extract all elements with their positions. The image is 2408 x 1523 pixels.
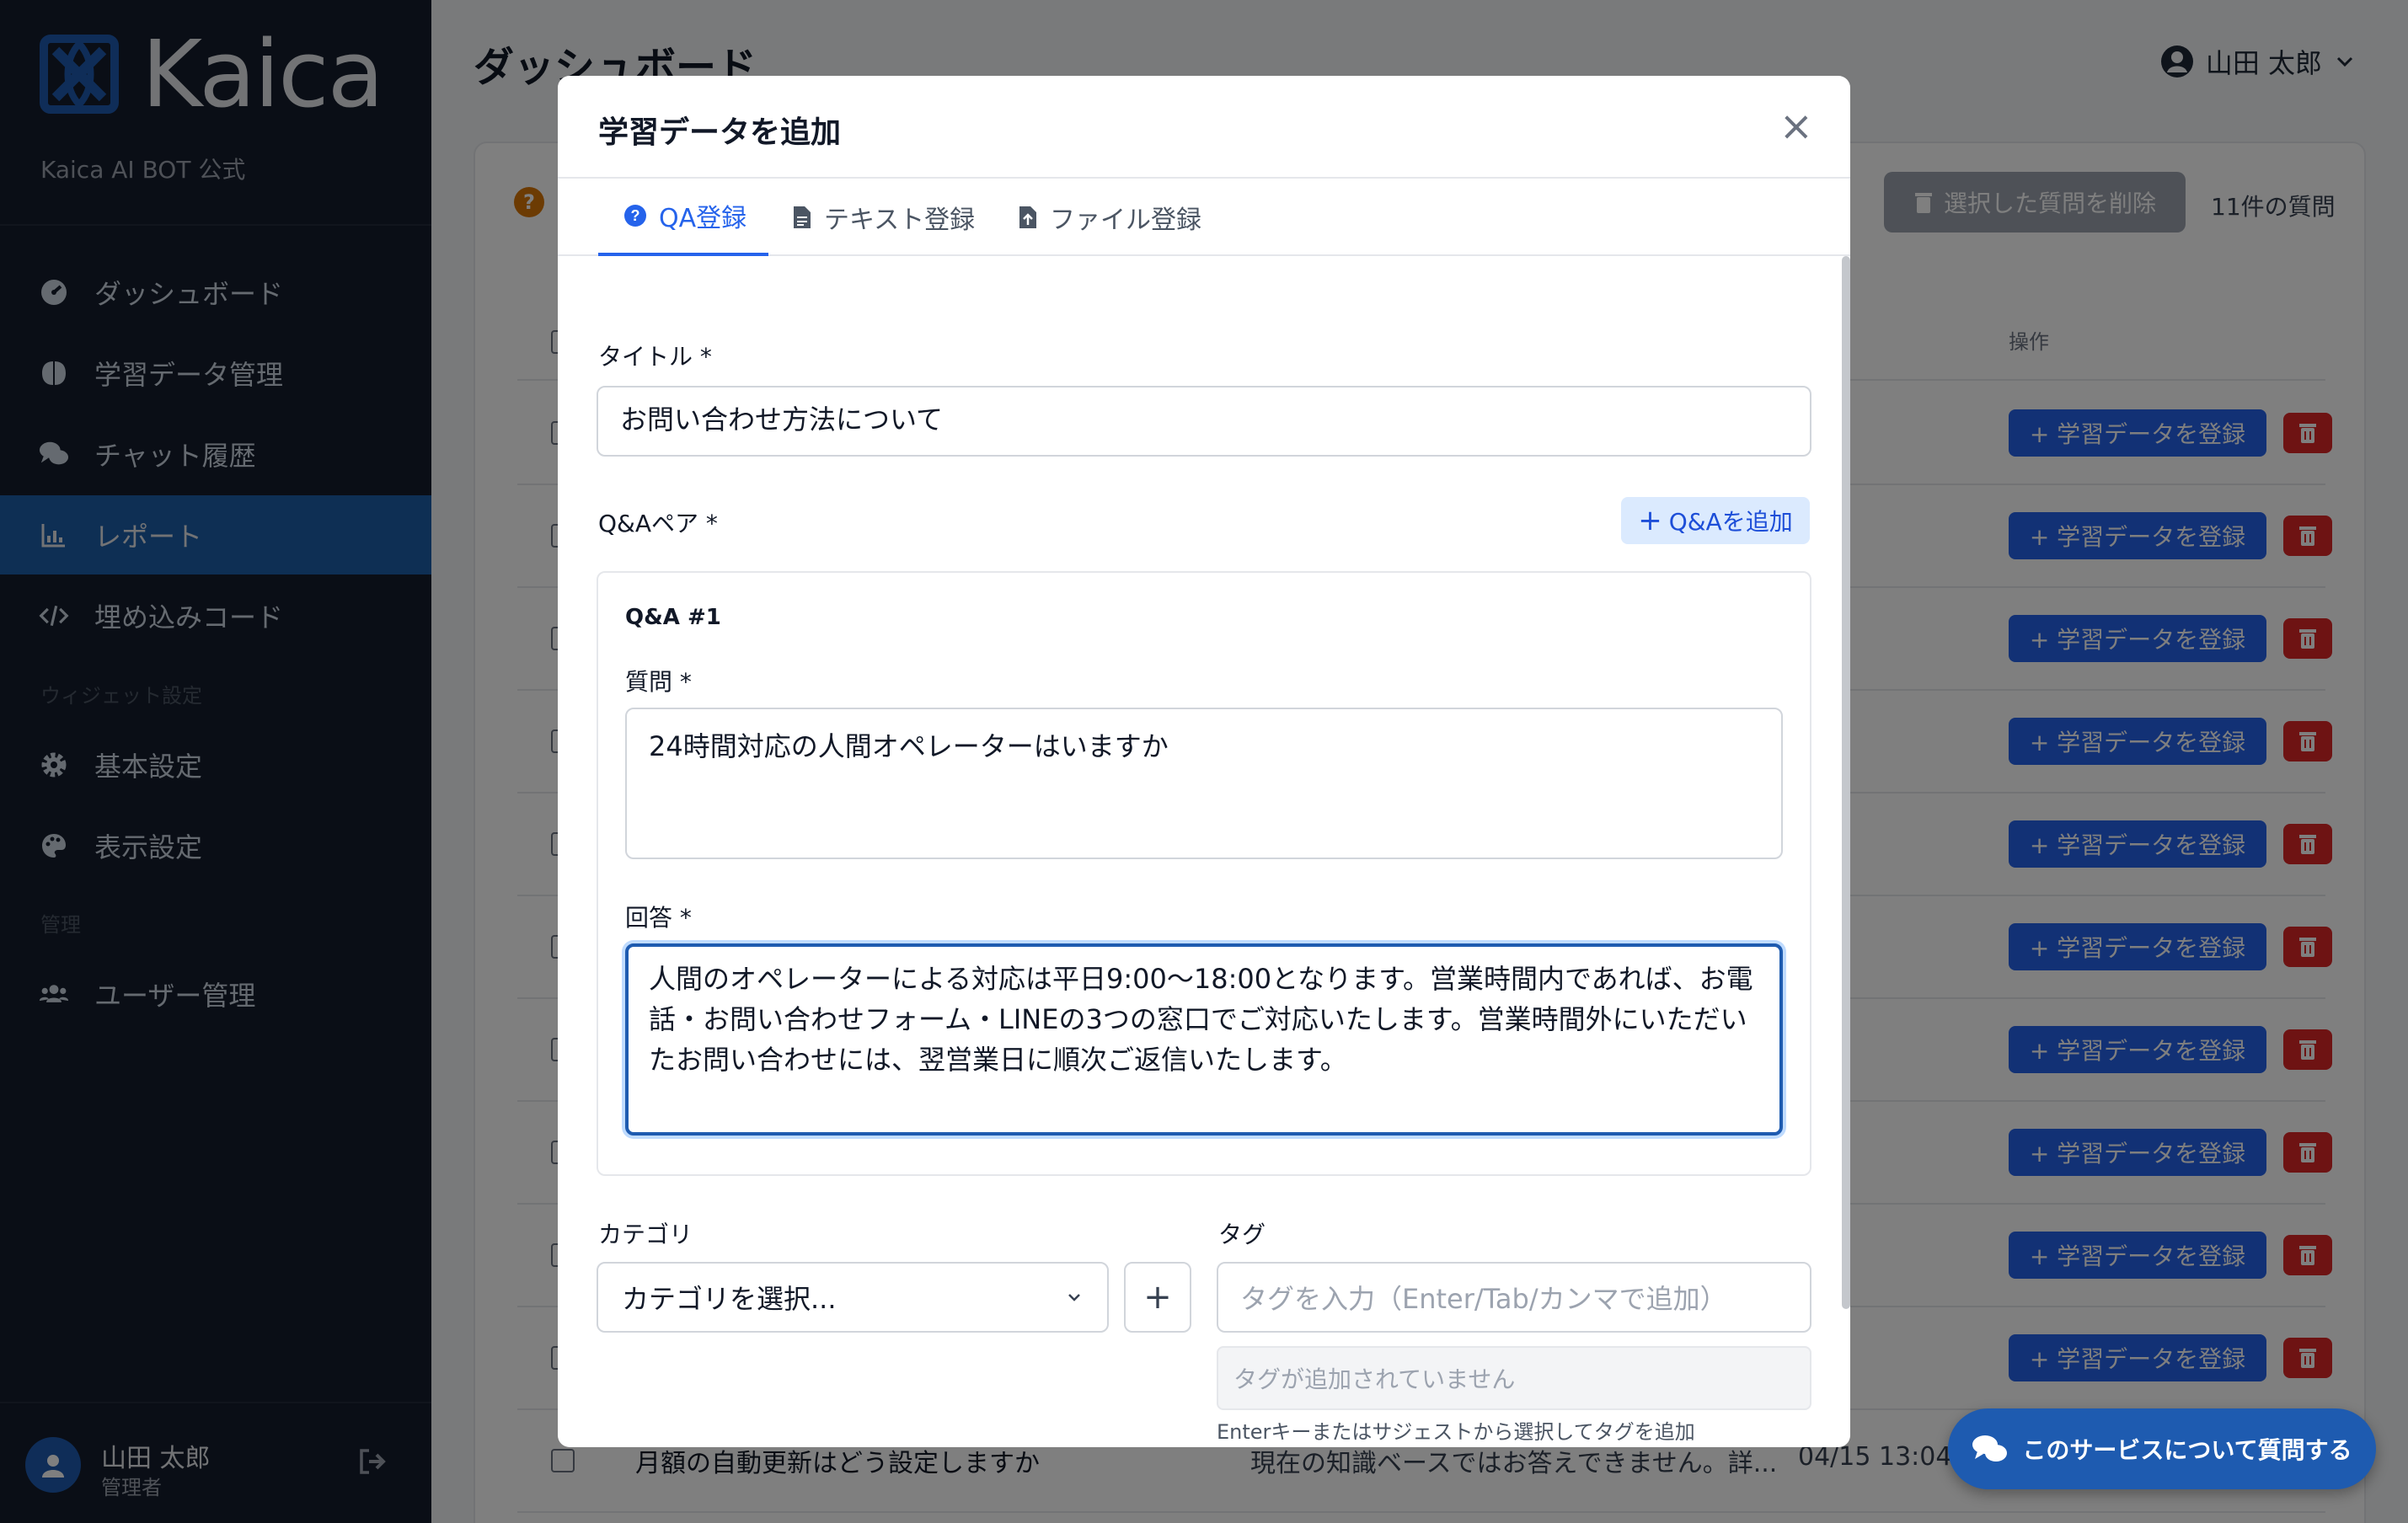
tab-file[interactable]: ファイル登録 [1018,179,1201,256]
close-icon[interactable]: × [1779,106,1813,147]
qa-card: Q&A #1 質問 * 24時間対応の人間オペレーターはいますか 回答 * 人間… [597,571,1811,1176]
category-select[interactable]: カテゴリを選択... [597,1262,1109,1333]
add-qa-button[interactable]: + Q&Aを追加 [1621,497,1810,544]
tab-label: ファイル登録 [1050,206,1201,235]
add-category-button[interactable]: + [1124,1262,1191,1333]
tab-label: QA登録 [659,204,747,233]
modal-tabs: ? QA登録 テキスト登録 ファイル登録 [558,179,1850,256]
answer-textarea[interactable]: 人間のオペレーターによる対応は平日9:00〜18:00となります。営業時間内であ… [625,943,1783,1136]
plus-icon: + [1143,1278,1172,1317]
chat-help-label: このサービスについて質問する [2022,1436,2352,1464]
modal-header: 学習データを追加 × [558,76,1850,179]
modal-title: 学習データを追加 [598,115,842,150]
question-circle-icon: ? [624,205,646,227]
comments-icon [1972,1435,2008,1462]
question-label: 質問 * [625,668,692,696]
title-input[interactable]: お問い合わせ方法について [597,386,1811,457]
title-label: タイトル * [598,343,712,371]
qa-heading: Q&A #1 [625,605,721,630]
add-training-data-modal: 学習データを追加 × ? QA登録 テキスト登録 ファイル登録 タイトル * お… [558,76,1850,1447]
tag-empty-message: タグが追加されていません [1217,1346,1811,1410]
tag-label: タグ [1218,1221,1266,1248]
tab-text[interactable]: テキスト登録 [792,179,975,256]
svg-text:?: ? [631,207,640,224]
answer-label: 回答 * [625,904,692,932]
category-select-value: カテゴリを選択... [622,1283,837,1315]
tab-qa[interactable]: ? QA登録 [598,179,768,256]
file-text-icon [794,206,811,228]
chevron-down-icon [1068,1294,1080,1301]
category-label: カテゴリ [598,1221,693,1248]
add-qa-label: Q&Aを追加 [1668,508,1793,536]
question-textarea[interactable]: 24時間対応の人間オペレーターはいますか [625,708,1783,859]
chat-help-button[interactable]: このサービスについて質問する [1948,1408,2376,1489]
plus-icon: + [1638,504,1662,537]
file-upload-icon [1019,206,1036,228]
tag-hint: Enterキーまたはサジェストから選択してタグを追加 [1217,1420,1695,1444]
qa-pair-label: Q&Aペア * [598,510,718,537]
tab-label: テキスト登録 [824,206,976,235]
modal-scrollbar[interactable] [1842,256,1850,1309]
tag-input[interactable]: タグを入力（Enter/Tab/カンマで追加） [1217,1262,1811,1333]
